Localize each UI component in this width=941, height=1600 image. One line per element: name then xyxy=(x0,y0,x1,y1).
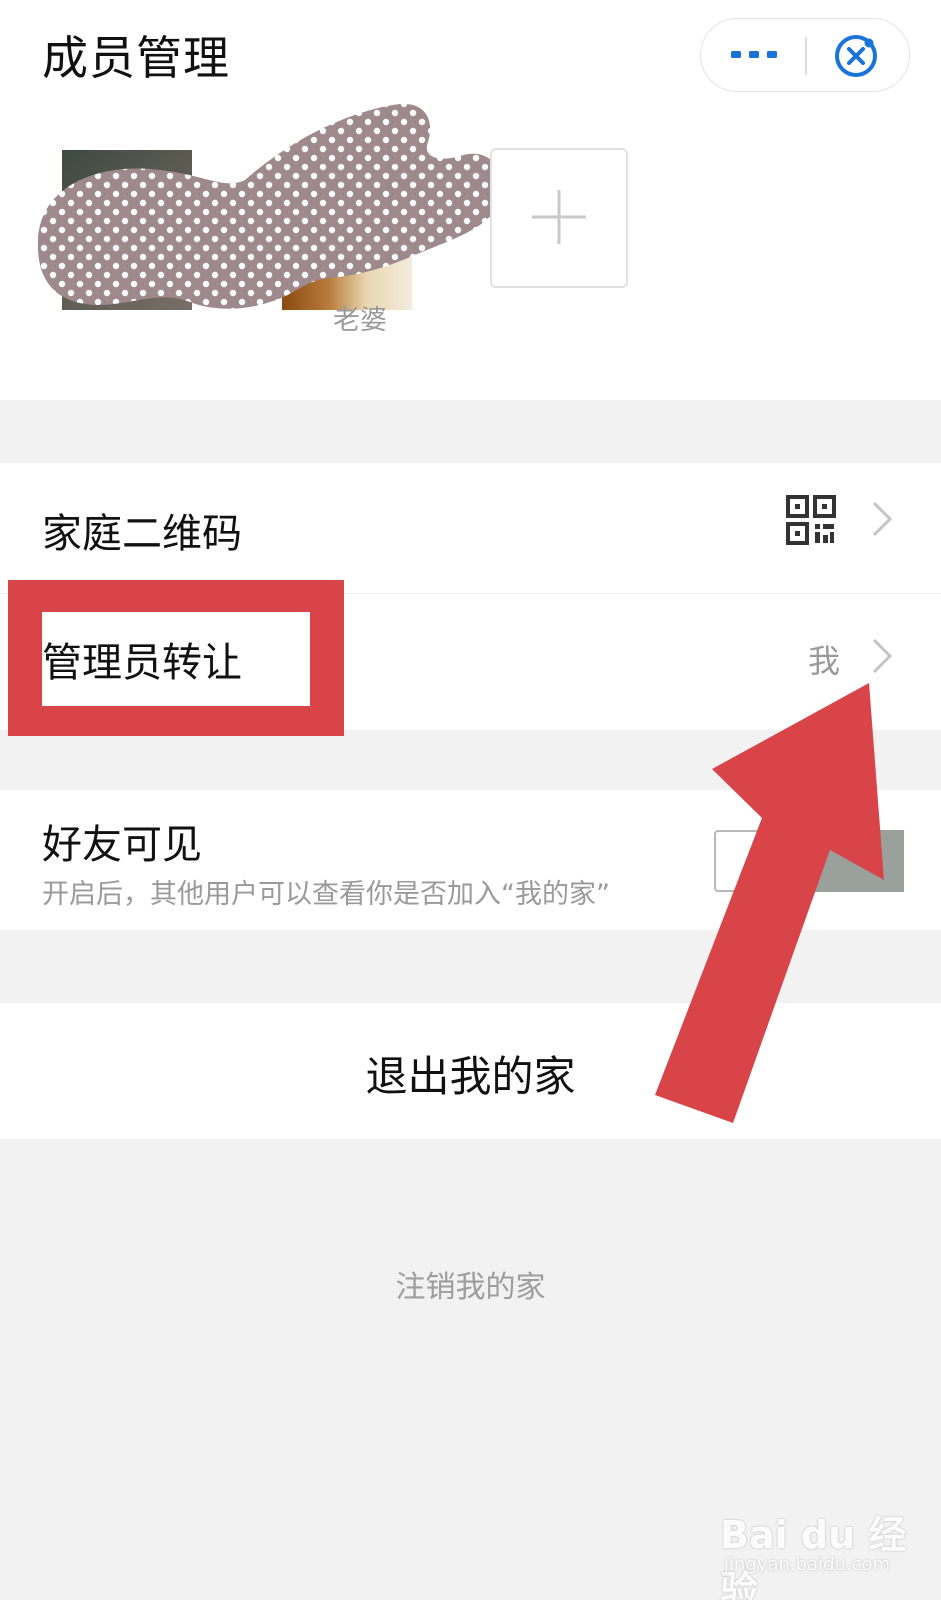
deregister-home-link[interactable]: 注销我的家 xyxy=(0,1262,941,1306)
member-name: 老婆 xyxy=(333,305,387,336)
page-title: 成员管理 xyxy=(42,31,230,85)
exit-home-label: 退出我的家 xyxy=(365,1052,576,1101)
plus-icon xyxy=(532,190,586,244)
chevron-right-icon xyxy=(872,501,893,537)
capsule-divider xyxy=(805,37,807,75)
admin-transfer-row[interactable]: 管理员转让 我 xyxy=(0,594,941,730)
page: 成员管理 老婆 家庭二维码 管理员转让 我 好友可见 开启后，其他用户可以查看你… xyxy=(0,0,941,1600)
mini-program-capsule xyxy=(700,18,910,92)
qrcode-icon xyxy=(786,495,836,545)
watermark-logo: Bai du 经验 xyxy=(720,1513,907,1600)
friend-visible-toggle[interactable] xyxy=(714,830,904,892)
family-qrcode-row[interactable]: 家庭二维码 xyxy=(0,463,941,594)
exit-home-button[interactable]: 退出我的家 xyxy=(0,1003,941,1139)
baidu-jingyan-watermark: Bai du 经验 jingyan.baidu.com xyxy=(712,1486,932,1600)
friend-visible-row: 好友可见 开启后，其他用户可以查看你是否加入“我的家” xyxy=(0,790,941,930)
avatar xyxy=(62,150,192,310)
member-header: 成员管理 老婆 xyxy=(0,0,941,400)
add-member-button[interactable] xyxy=(490,148,628,288)
more-icon[interactable] xyxy=(729,39,779,73)
friend-visible-label: 好友可见 xyxy=(42,822,202,868)
watermark-domain: jingyan.baidu.com xyxy=(724,1554,891,1575)
family-qrcode-label: 家庭二维码 xyxy=(42,511,242,557)
friend-visible-description: 开启后，其他用户可以查看你是否加入“我的家” xyxy=(42,879,610,910)
admin-transfer-label: 管理员转让 xyxy=(42,640,242,686)
close-miniprogram-icon[interactable] xyxy=(831,31,881,81)
member-card[interactable] xyxy=(40,140,260,380)
chevron-right-icon xyxy=(872,638,893,674)
toggle-knob xyxy=(810,830,904,892)
current-admin-value: 我 xyxy=(808,642,841,680)
member-card[interactable]: 老婆 xyxy=(270,140,450,380)
